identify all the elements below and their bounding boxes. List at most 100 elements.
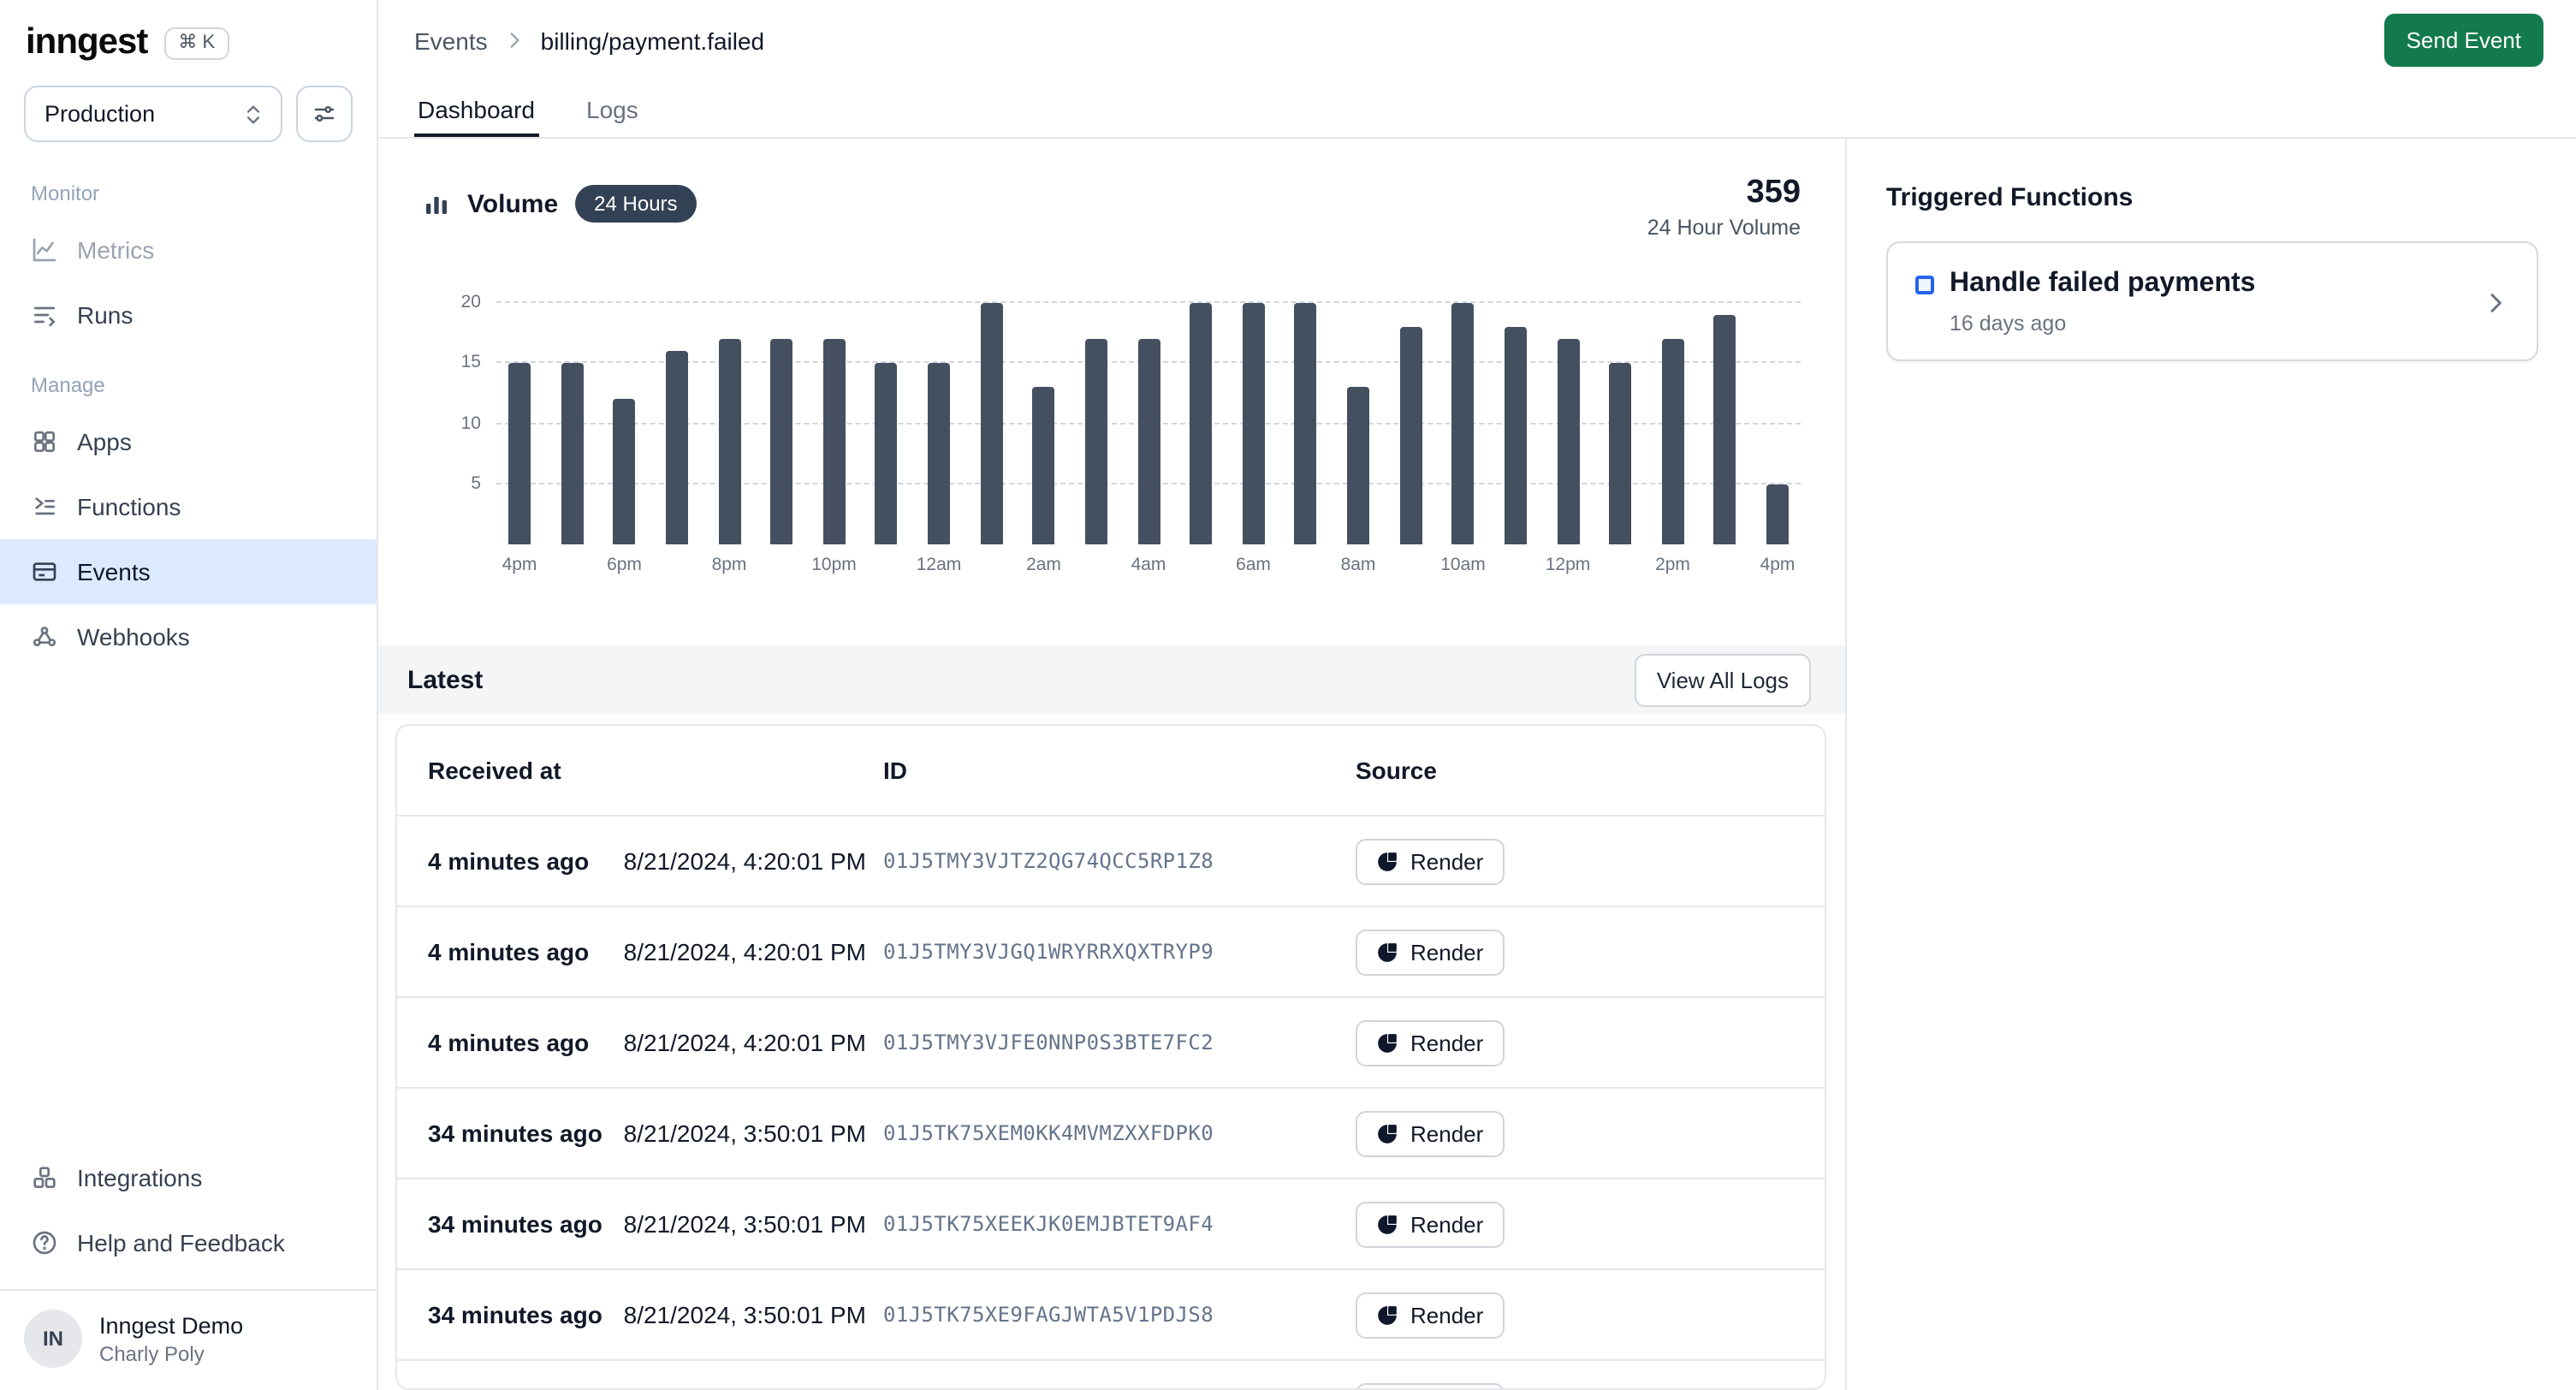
chart-x-tick-slot: 10am — [1452, 555, 1475, 575]
source-badge[interactable]: Render — [1356, 1292, 1504, 1338]
environment-selector[interactable]: Production — [24, 86, 282, 142]
environment-selector-value: Production — [45, 101, 155, 127]
chart-x-tick-label: 4am — [1131, 555, 1166, 575]
send-event-button[interactable]: Send Event — [2384, 14, 2543, 67]
chart-x-tick-slot — [666, 555, 688, 575]
triggered-function-meta: 16 days ago — [1915, 312, 2482, 336]
sidebar-item-apps[interactable]: Apps — [0, 409, 377, 474]
logo-row: inngest ⌘ K — [0, 0, 377, 77]
sidebar-footer: Integrations Help and Feedback IN Inngest… — [0, 1145, 377, 1390]
chevron-up-down-icon — [241, 102, 265, 126]
sidebar-item-runs[interactable]: Runs — [0, 282, 377, 348]
view-all-logs-button[interactable]: View All Logs — [1635, 653, 1811, 706]
volume-bar — [1190, 303, 1212, 544]
volume-total-value: 359 — [1647, 175, 1801, 212]
source-badge[interactable]: Render — [1356, 1382, 1504, 1390]
relative-time: 34 minutes ago — [428, 1120, 602, 1147]
column-header-source: Source — [1356, 757, 1797, 784]
event-row[interactable]: 4 minutes ago8/21/2024, 4:20:01 PM01J5TM… — [397, 815, 1825, 906]
source-label: Render — [1410, 1030, 1483, 1055]
chart-x-tick-slot: 12pm — [1557, 555, 1579, 575]
chart-x-tick-slot — [770, 555, 792, 575]
sidebar-item-integrations[interactable]: Integrations — [0, 1145, 377, 1210]
volume-title-wrap: Volume 24 Hours — [423, 185, 697, 223]
event-id: 01J5TMY3VJTZ2QG74QCC5RP1Z8 — [883, 849, 1356, 873]
relative-time: 4 minutes ago — [428, 847, 589, 875]
volume-total: 359 24 Hour Volume — [1647, 175, 1801, 240]
tab-dashboard[interactable]: Dashboard — [414, 80, 538, 137]
chart-x-tick-label: 6am — [1236, 555, 1271, 575]
inngest-logo: inngest — [26, 22, 147, 63]
relative-time: 4 minutes ago — [428, 1029, 589, 1056]
source-badge[interactable]: Render — [1356, 1201, 1504, 1247]
volume-bar — [1505, 327, 1527, 544]
chevron-right-icon — [2482, 288, 2509, 316]
volume-bar — [561, 364, 583, 544]
relative-time: 34 minutes ago — [428, 1301, 602, 1328]
sidebar-item-label: Functions — [77, 493, 181, 520]
sidebar-item-functions[interactable]: Functions — [0, 474, 377, 539]
chart-x-tick-slot — [1505, 555, 1527, 575]
events-icon — [31, 558, 58, 585]
source-badge[interactable]: Render — [1356, 1019, 1504, 1066]
sidebar-item-label: Events — [77, 558, 151, 585]
events-table: Received at ID Source 4 minutes ago8/21/… — [395, 724, 1826, 1390]
help-icon — [31, 1229, 58, 1256]
event-row[interactable]: 34 minutes ago8/21/2024, 3:50:01 PM01J5T… — [397, 1268, 1825, 1359]
event-id: 01J5TK75XEEKJK0EMJBTET9AF4 — [883, 1212, 1356, 1236]
metrics-icon — [31, 236, 58, 264]
relative-time: 4 minutes ago — [428, 938, 589, 965]
received-at-cell: 4 minutes ago 8/21/2024, 4:20:01 PM — [428, 1029, 883, 1056]
received-datetime: 8/21/2024, 4:20:01 PM — [624, 1029, 866, 1056]
events-table-body: 4 minutes ago 8/21/2024, 4:20:01 PM 01J5TM… — [397, 815, 1825, 1390]
chart-x-tick-label: 2am — [1026, 555, 1061, 575]
sidebar-item-label: Help and Feedback — [77, 1229, 285, 1256]
breadcrumb: Events billing/payment.failed — [414, 27, 764, 54]
right-panel: Triggered Functions Handle failed paymen… — [1847, 139, 2576, 1390]
range-badge[interactable]: 24 Hours — [575, 185, 696, 223]
user-row[interactable]: IN Inngest Demo Charly Poly — [0, 1289, 377, 1387]
user-info: Inngest Demo Charly Poly — [99, 1312, 243, 1365]
command-k-shortcut-badge[interactable]: ⌘ K — [164, 27, 229, 59]
tab-logs[interactable]: Logs — [583, 80, 642, 137]
event-row[interactable]: 44 minutes ago8/21/2024, 3:40:01 PM01J5T… — [397, 1359, 1825, 1390]
chart-x-tick-slot — [1399, 555, 1422, 575]
source-badge[interactable]: Render — [1356, 838, 1504, 884]
content: Volume 24 Hours 359 24 Hour Volume 20151… — [378, 139, 2576, 1390]
chart-x-tick-label: 4pm — [502, 555, 537, 575]
source-cell: Render — [1356, 1019, 1797, 1066]
source-badge[interactable]: Render — [1356, 929, 1504, 975]
main-area: Events billing/payment.failed Send Event… — [378, 0, 2576, 1390]
event-row[interactable]: 4 minutes ago8/21/2024, 4:20:01 PM01J5TM… — [397, 996, 1825, 1087]
sidebar-item-metrics[interactable]: Metrics — [0, 217, 377, 282]
volume-bar — [980, 303, 1002, 544]
environment-settings-button[interactable] — [296, 86, 353, 142]
volume-bar — [614, 400, 636, 544]
source-label: Render — [1410, 1211, 1483, 1237]
source-cell: Render — [1356, 1382, 1797, 1390]
sidebar-item-help-and-feedback[interactable]: Help and Feedback — [0, 1210, 377, 1275]
received-datetime: 8/21/2024, 3:50:01 PM — [624, 1210, 866, 1238]
event-row[interactable]: 34 minutes ago8/21/2024, 3:50:01 PM01J5T… — [397, 1178, 1825, 1268]
avatar: IN — [24, 1310, 82, 1368]
render-logo-icon — [1376, 941, 1398, 963]
chart-x-tick-slot: 2pm — [1662, 555, 1684, 575]
volume-bar — [928, 364, 950, 544]
topbar: Events billing/payment.failed Send Event — [378, 0, 2576, 80]
source-cell: Render — [1356, 838, 1797, 884]
chart-x-tick-slot: 4pm — [508, 555, 531, 575]
latest-title: Latest — [407, 665, 483, 694]
event-row[interactable]: 34 minutes ago8/21/2024, 3:50:01 PM01J5T… — [397, 1087, 1825, 1178]
received-at-cell: 4 minutes ago8/21/2024, 4:20:01 PM — [428, 938, 883, 965]
triggered-function-card[interactable]: Handle failed payments 16 days ago — [1886, 241, 2538, 361]
source-badge[interactable]: Render — [1356, 1110, 1504, 1156]
sidebar-item-webhooks[interactable]: Webhooks — [0, 604, 377, 669]
volume-bar — [718, 339, 740, 544]
chart-x-tick-label: 8am — [1341, 555, 1376, 575]
sidebar-item-label: Metrics — [77, 236, 154, 264]
chart-x-tick-label: 12pm — [1546, 555, 1591, 575]
breadcrumb-events-link[interactable]: Events — [414, 27, 488, 54]
sidebar-item-events[interactable]: Events — [0, 539, 377, 604]
functions-icon — [31, 493, 58, 520]
event-row[interactable]: 4 minutes ago8/21/2024, 4:20:01 PM01J5TM… — [397, 906, 1825, 996]
